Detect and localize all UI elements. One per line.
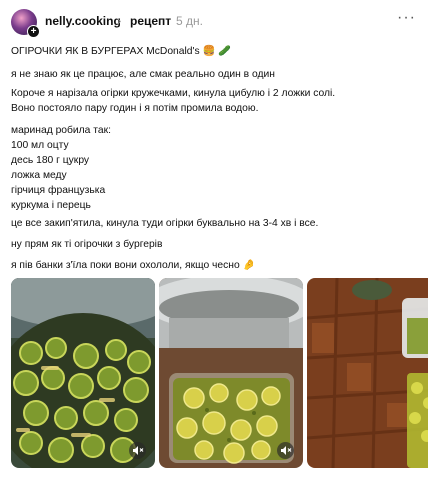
media-video-2[interactable] xyxy=(159,278,303,468)
post-line: куркума і перець xyxy=(11,200,91,211)
follow-plus-icon[interactable]: + xyxy=(27,25,40,38)
pickles-container-image xyxy=(159,278,303,468)
pickles-pan-image xyxy=(11,278,155,468)
media-video-3[interactable] xyxy=(307,278,428,468)
more-dots-icon[interactable]: ··· xyxy=(397,9,416,27)
username[interactable]: nelly.cooking xyxy=(45,14,121,28)
post-title: ОГІРОЧКИ ЯК В БУРГЕРАХ McDonald's 🍔 🥒 xyxy=(11,46,231,57)
chevron-right-icon: › xyxy=(117,13,122,28)
post-line: ложка меду xyxy=(11,170,67,181)
speaker-muted-icon[interactable] xyxy=(277,442,294,459)
post-line: гірчиця французька xyxy=(11,185,106,196)
pickles-board-image xyxy=(307,278,428,468)
post-line: десь 180 г цукру xyxy=(11,155,90,166)
post-line: Короче я нарізала огірки кружечками, кин… xyxy=(11,88,336,99)
post-line: ну прям як ті огірочки з бургерів xyxy=(11,239,163,250)
post-header: + nelly.cooking › рецепт 5 дн. ··· xyxy=(11,9,419,38)
speaker-muted-icon[interactable] xyxy=(129,442,146,459)
post-time: 5 дн. xyxy=(176,14,203,28)
media-carousel[interactable] xyxy=(11,278,428,468)
post-line: я пів банки з'їла поки вони охололи, якщ… xyxy=(11,260,256,271)
post-line: це все закип'ятила, кинула туди огірки б… xyxy=(11,218,319,229)
post-line: маринад робила так: xyxy=(11,125,111,136)
post-line: я не знаю як це працює, але смак реально… xyxy=(11,69,275,80)
post-line: Воно постояло пару годин і я потім проми… xyxy=(11,103,259,114)
media-video-1[interactable] xyxy=(11,278,155,468)
post-line: 100 мл оцту xyxy=(11,140,69,151)
topic-tag[interactable]: рецепт xyxy=(130,14,171,28)
